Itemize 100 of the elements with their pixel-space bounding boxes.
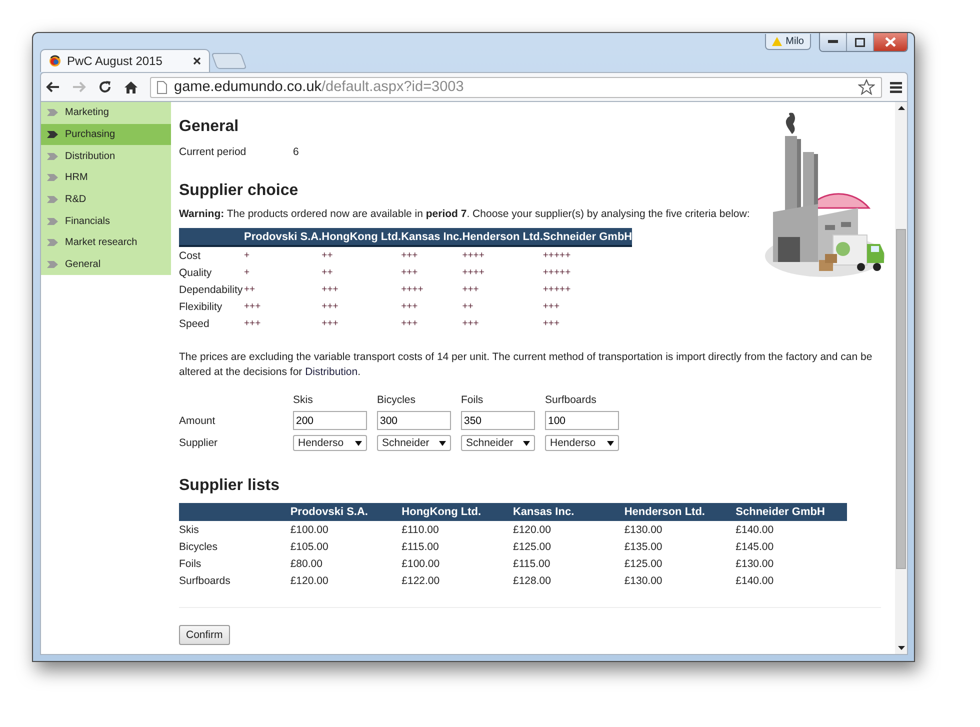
sidebar-item[interactable]: R&D: [41, 188, 171, 210]
home-icon[interactable]: [124, 80, 138, 94]
price-cell: £120.00: [290, 572, 402, 589]
column-header: Schneider GmbH: [736, 503, 847, 521]
chevron-icon: [47, 196, 58, 204]
amount-field[interactable]: 350: [461, 411, 535, 430]
price-cell: £122.00: [402, 572, 513, 589]
scroll-down-icon[interactable]: [898, 646, 904, 650]
reload-icon[interactable]: [98, 80, 112, 94]
rating-cell: +: [244, 246, 322, 264]
chevron-icon: [47, 218, 58, 225]
amount-field[interactable]: 200: [293, 411, 367, 430]
supplier-dropdown[interactable]: Schneider: [377, 435, 451, 451]
tab-title: PwC August 2015: [67, 54, 164, 68]
chevron-icon: [47, 131, 58, 138]
rating-cell: ++: [462, 298, 543, 315]
price-cell-text: £140.00: [736, 574, 775, 588]
column-header: Henderson Ltd.: [462, 228, 543, 246]
close-button[interactable]: [874, 33, 907, 51]
product-name: Foils: [179, 555, 290, 572]
rating-cell-text: +: [244, 266, 251, 280]
bookmark-star-icon[interactable]: [858, 79, 875, 95]
sidebar-item[interactable]: Distribution: [41, 145, 171, 168]
rating-cell-text: +++: [244, 317, 262, 331]
scroll-up-icon[interactable]: [898, 106, 904, 110]
supplier-label: Supplier: [179, 437, 219, 449]
amount-field[interactable]: 100: [545, 411, 619, 430]
price-cell: £115.00: [402, 538, 513, 555]
price-cell: £100.00: [290, 521, 402, 538]
product-label: Foils: [461, 394, 484, 406]
chevron-icon: [47, 152, 58, 160]
rating-cell: ++: [322, 246, 402, 264]
user-badge[interactable]: Milo: [764, 34, 811, 50]
url-text: game.edumundo.co.uk/default.aspx?id=3003: [174, 79, 465, 95]
rating-cell-text: +++: [401, 266, 419, 280]
sidebar-item[interactable]: Purchasing: [41, 124, 171, 146]
price-cell: £130.00: [624, 521, 736, 538]
rating-cell-text: ++++: [401, 283, 424, 297]
price-cell: £130.00: [624, 572, 736, 589]
price-cell: £125.00: [512, 538, 624, 555]
supplier-dropdown[interactable]: Schneider: [461, 435, 535, 451]
rating-cell-text: +++: [542, 300, 561, 314]
price-cell: £100.00: [402, 555, 513, 572]
close-tab-icon[interactable]: [193, 57, 201, 65]
chevron-icon: [47, 174, 58, 182]
column-header: Schneider GmbH: [542, 228, 632, 246]
rating-cell-text: +++++: [542, 283, 572, 297]
column-header: Prodovski S.A.: [290, 503, 402, 521]
price-cell: £110.00: [402, 521, 513, 538]
header-cell: [179, 228, 244, 246]
back-icon[interactable]: [46, 81, 60, 93]
column-header: HongKong Ltd.: [322, 228, 402, 246]
scrollbar[interactable]: [895, 102, 907, 654]
price-cell: £120.00: [512, 521, 624, 538]
column-header: Henderson Ltd.: [624, 503, 736, 521]
price-cell: £115.00: [512, 555, 624, 572]
criterion-label: Flexibility: [179, 298, 244, 315]
rating-cell-text: +++: [542, 317, 561, 331]
supplier-dropdown[interactable]: Henderso: [545, 435, 619, 451]
rating-cell-text: +++: [401, 317, 419, 331]
minimize-button[interactable]: [820, 33, 847, 51]
sidebar-item[interactable]: Financials: [41, 210, 171, 232]
browser-tab[interactable]: PwC August 2015: [40, 49, 210, 72]
site-logo-icon: [49, 55, 61, 67]
distribution-link[interactable]: Distribution: [305, 366, 358, 378]
scrollbar-thumb[interactable]: [896, 229, 906, 569]
price-cell: £105.00: [290, 538, 402, 555]
rating-cell-text: +++: [244, 300, 262, 314]
criterion-label: Cost: [179, 246, 244, 264]
sidebar-item[interactable]: General: [41, 254, 171, 276]
criterion-label: Quality: [179, 264, 244, 281]
section-heading: General: [179, 118, 240, 136]
rating-cell: +++: [462, 281, 543, 298]
criterion-label: Dependability: [179, 282, 244, 298]
amount-label: Amount: [179, 414, 216, 426]
column-header: Kansas Inc.: [512, 503, 624, 521]
product-name: Bicycles: [179, 538, 290, 555]
product-label: Surfboards: [545, 394, 598, 406]
product-label: Bicycles: [377, 394, 417, 406]
sidebar-item[interactable]: Market research: [41, 232, 171, 254]
rating-cell: ++++: [462, 246, 543, 264]
caret-icon: [439, 440, 446, 446]
rating-cell: ++++: [462, 264, 543, 281]
close-icon: [885, 37, 896, 47]
user-name: Milo: [786, 36, 804, 47]
menu-icon[interactable]: [890, 82, 902, 92]
period-label: Current period: [179, 146, 248, 158]
sidebar-item[interactable]: Marketing: [41, 102, 171, 124]
rating-cell: +++: [401, 246, 462, 264]
amount-field[interactable]: 300: [377, 411, 451, 430]
supplier-dropdown[interactable]: Henderso: [293, 435, 367, 451]
price-cell: £135.00: [624, 538, 736, 555]
warning-text: Warning: The products ordered now are available in period 7. Choose your supplier(s) by analysing the five criteria below:: [179, 208, 751, 220]
product-name: Skis: [179, 521, 290, 538]
sidebar-item[interactable]: HRM: [41, 167, 171, 189]
address-bar[interactable]: game.edumundo.co.uk/default.aspx?id=3003: [150, 76, 882, 98]
maximize-button[interactable]: [847, 33, 874, 51]
confirm-button[interactable]: Confirm: [179, 625, 230, 645]
rating-cell-text: +++++: [542, 266, 572, 280]
page-icon: [157, 80, 167, 94]
